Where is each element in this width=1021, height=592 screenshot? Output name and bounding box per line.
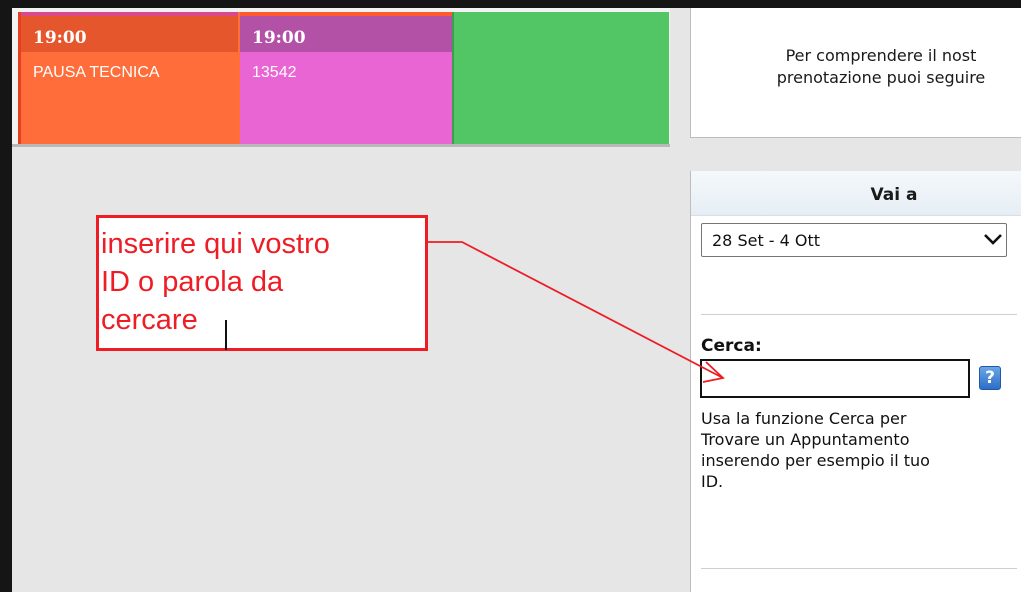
annotation-arrow [428,241,725,383]
annotation-arrow-line [428,241,724,379]
